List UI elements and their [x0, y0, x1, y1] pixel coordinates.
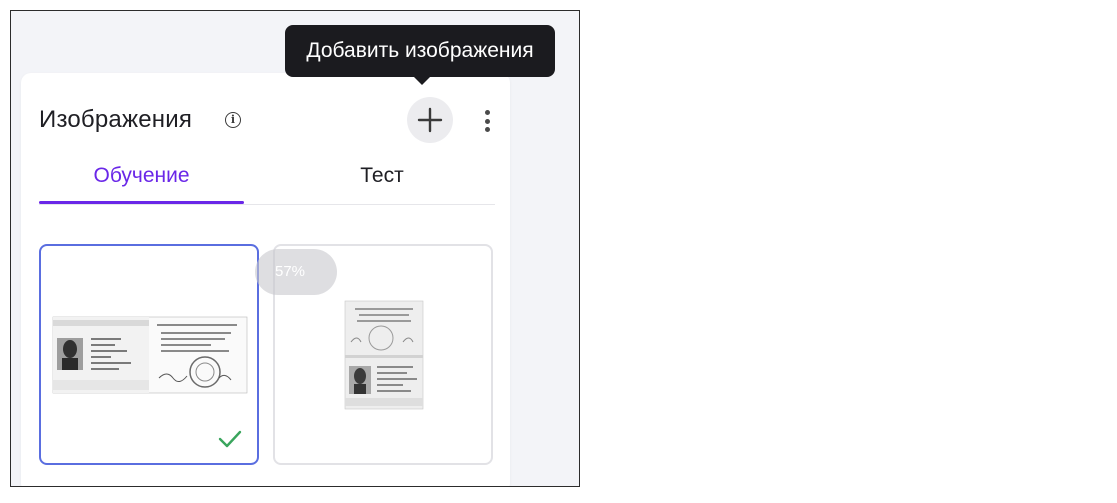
- images-card: Изображения i Обучение Тест 57%: [21, 73, 510, 486]
- plus-icon: [417, 107, 443, 133]
- info-icon[interactable]: i: [225, 112, 241, 128]
- more-vertical-icon: [484, 110, 490, 115]
- tab-training[interactable]: Обучение: [39, 158, 244, 204]
- tab-test[interactable]: Тест: [269, 158, 495, 203]
- more-options-button[interactable]: [476, 107, 498, 135]
- screenshot-frame: Изображения i Обучение Тест 57% Добавить…: [10, 10, 580, 487]
- upload-progress-badge: 57%: [255, 249, 337, 295]
- image-thumbnail[interactable]: [39, 244, 259, 465]
- tooltip-arrow: [413, 76, 431, 85]
- check-icon: [218, 430, 242, 448]
- add-images-button[interactable]: [407, 97, 453, 143]
- tab-bar: Обучение Тест: [39, 158, 495, 205]
- more-vertical-icon-dot: [484, 127, 490, 132]
- more-vertical-icon-dot: [484, 118, 490, 124]
- card-title: Изображения: [39, 106, 193, 133]
- add-images-tooltip: Добавить изображения: [285, 25, 555, 77]
